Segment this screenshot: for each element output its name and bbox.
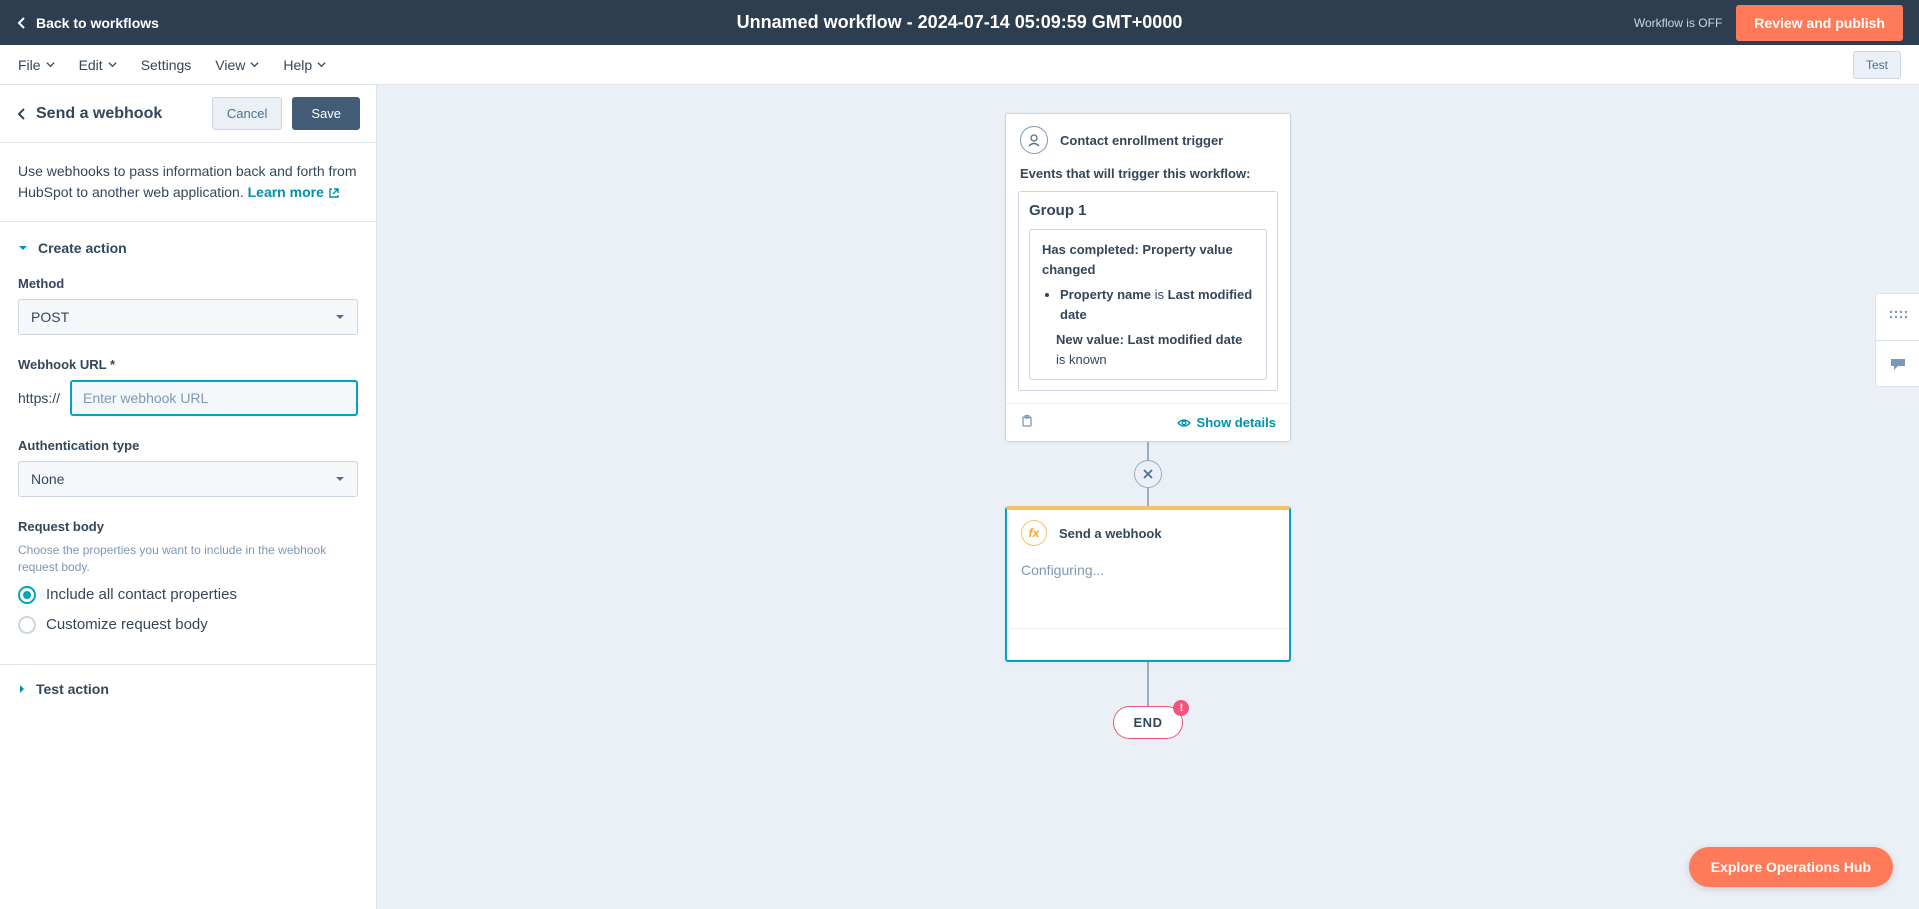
close-icon: [1142, 468, 1154, 480]
caret-right-icon: [18, 684, 26, 694]
caret-down-icon: [18, 243, 28, 253]
method-value: POST: [31, 309, 69, 325]
remove-action-button[interactable]: [1134, 460, 1162, 488]
test-button[interactable]: Test: [1853, 51, 1901, 79]
chevron-left-icon[interactable]: [16, 108, 28, 120]
clipboard-icon[interactable]: [1020, 414, 1034, 431]
chevron-down-icon: [108, 60, 117, 69]
event-heading: Has completed: Property value changed: [1042, 242, 1233, 277]
learn-more-label: Learn more: [248, 182, 324, 203]
radio-include-all-label: Include all contact properties: [46, 586, 237, 603]
request-body-sublabel: Choose the properties you want to includ…: [18, 542, 358, 576]
external-link-icon: [328, 187, 340, 199]
trigger-event-box: Has completed: Property value changed Pr…: [1029, 229, 1267, 380]
workflow-status: Workflow is OFF: [1634, 16, 1722, 30]
back-to-workflows-link[interactable]: Back to workflows: [16, 15, 159, 31]
menu-edit-label: Edit: [79, 57, 103, 73]
chevron-left-icon: [16, 17, 28, 29]
test-action-section-toggle[interactable]: Test action: [18, 681, 358, 697]
webhook-url-input[interactable]: [70, 380, 358, 416]
property-is-text: is: [1151, 287, 1168, 302]
auth-type-select[interactable]: None: [18, 461, 358, 497]
new-value-label: New value: Last modified date: [1056, 332, 1242, 347]
chevron-down-icon: [250, 60, 259, 69]
auth-type-label: Authentication type: [18, 438, 358, 453]
radio-customize-label: Customize request body: [46, 616, 208, 633]
enrollment-trigger-node[interactable]: Contact enrollment trigger Events that w…: [1005, 113, 1291, 442]
chevron-down-icon: [46, 60, 55, 69]
explore-operations-hub-button[interactable]: Explore Operations Hub: [1689, 847, 1893, 887]
back-label: Back to workflows: [36, 15, 159, 31]
url-prefix: https://: [18, 390, 60, 406]
auth-type-value: None: [31, 471, 64, 487]
chevron-down-icon: [335, 312, 345, 322]
group-title: Group 1: [1029, 202, 1267, 219]
trigger-node-subtitle: Events that will trigger this workflow:: [1006, 166, 1290, 191]
end-node[interactable]: END !: [1113, 706, 1184, 739]
request-body-label: Request body: [18, 519, 358, 534]
new-value-suffix: is known: [1056, 352, 1107, 367]
menu-help-label: Help: [283, 57, 312, 73]
test-action-label: Test action: [36, 681, 109, 697]
menu-help[interactable]: Help: [283, 57, 326, 73]
method-select[interactable]: POST: [18, 299, 358, 335]
comment-button[interactable]: [1876, 340, 1919, 386]
radio-customize[interactable]: Customize request body: [18, 616, 358, 634]
eye-icon: [1177, 418, 1191, 428]
chevron-down-icon: [317, 60, 326, 69]
review-publish-button[interactable]: Review and publish: [1736, 5, 1903, 41]
webhook-node-title: Send a webhook: [1059, 526, 1162, 541]
menu-file[interactable]: File: [18, 57, 55, 73]
workflow-title: Unnamed workflow - 2024-07-14 05:09:59 G…: [737, 12, 1183, 33]
connector-line: [1147, 662, 1149, 706]
connector-line: [1147, 442, 1149, 460]
minimap-button[interactable]: [1876, 294, 1919, 340]
show-details-link[interactable]: Show details: [1177, 415, 1276, 430]
contact-icon: [1020, 126, 1048, 154]
menu-view-label: View: [215, 57, 245, 73]
connector-line: [1147, 488, 1149, 506]
right-rail: [1875, 293, 1919, 387]
side-panel: Send a webhook Cancel Save Use webhooks …: [0, 85, 377, 909]
panel-title: Send a webhook: [36, 105, 162, 123]
method-label: Method: [18, 276, 358, 291]
webhook-node[interactable]: fx Send a webhook Configuring...: [1005, 506, 1291, 662]
learn-more-link[interactable]: Learn more: [248, 182, 340, 203]
chevron-down-icon: [335, 474, 345, 484]
show-details-label: Show details: [1197, 415, 1276, 430]
create-action-section-toggle[interactable]: Create action: [18, 240, 358, 256]
radio-include-all[interactable]: Include all contact properties: [18, 586, 358, 604]
webhook-node-status: Configuring...: [1007, 556, 1289, 628]
function-icon: fx: [1021, 520, 1047, 546]
property-name-label: Property name: [1060, 287, 1151, 302]
menu-settings[interactable]: Settings: [141, 57, 192, 73]
menu-file-label: File: [18, 57, 41, 73]
create-action-label: Create action: [38, 240, 127, 256]
menu-view[interactable]: View: [215, 57, 259, 73]
alert-badge: !: [1173, 700, 1189, 716]
save-button[interactable]: Save: [292, 97, 360, 130]
trigger-node-title: Contact enrollment trigger: [1060, 133, 1223, 148]
cancel-button[interactable]: Cancel: [212, 97, 282, 130]
webhook-url-label: Webhook URL *: [18, 357, 358, 372]
workflow-canvas[interactable]: Contact enrollment trigger Events that w…: [377, 85, 1919, 909]
menu-edit[interactable]: Edit: [79, 57, 117, 73]
